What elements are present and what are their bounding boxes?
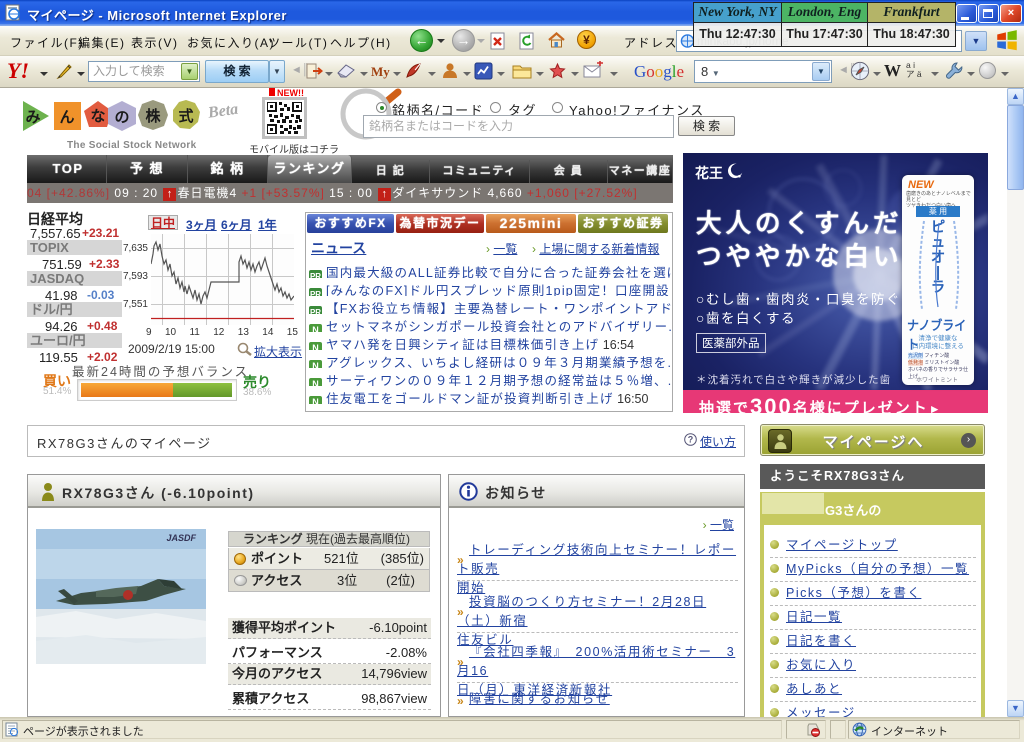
- svg-text:の: の: [114, 109, 129, 126]
- svg-text:式: 式: [178, 107, 193, 125]
- svg-text:?: ?: [688, 435, 694, 445]
- svg-text:株: 株: [145, 107, 161, 125]
- svg-text:な: な: [90, 108, 105, 125]
- svg-text:JASDF: JASDF: [166, 533, 196, 543]
- svg-text:み: み: [25, 109, 40, 126]
- svg-text:ん: ん: [59, 109, 74, 126]
